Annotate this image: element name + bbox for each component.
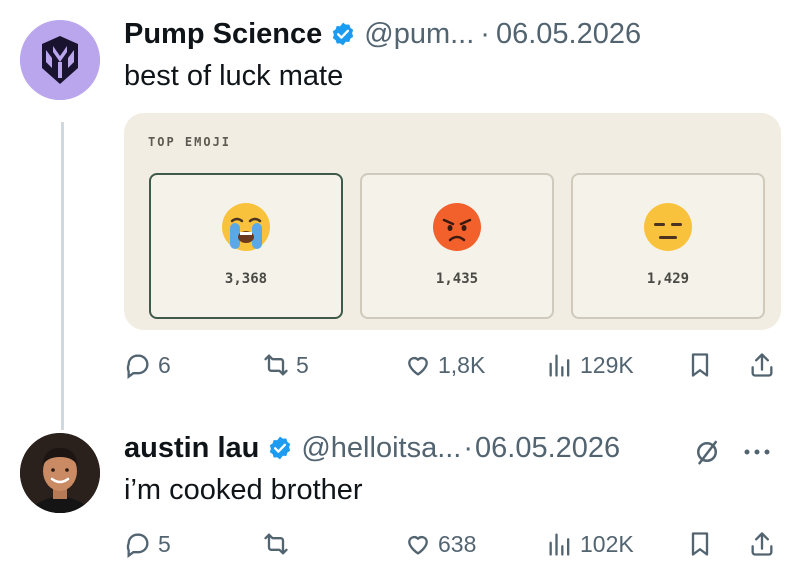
like-count: 638 [438,530,477,557]
bookmark-button[interactable] [686,351,714,379]
bookmark-icon [691,532,709,556]
like-count: 1,8K [438,351,486,378]
views-bar-chart-icon [549,533,570,556]
views-button[interactable]: 102K [546,530,634,558]
share-button[interactable] [748,351,776,379]
author-name[interactable]: Pump Science [124,17,322,51]
repost-icon [264,354,288,376]
share-button[interactable] [748,530,776,558]
repost-icon [264,533,288,555]
reply-icon [126,354,149,379]
emoji-tile-crying[interactable]: 3,368 [149,173,343,319]
reply-button[interactable]: 6 [124,351,171,379]
tweet-date[interactable]: 06.05.2026 [496,17,641,51]
author-name[interactable]: austin lau [124,431,259,465]
card-title: TOP EMOJI [148,135,232,149]
avatar-austin-lau[interactable] [20,433,100,513]
reply-count: 5 [158,530,171,557]
thread-connector-line [61,122,64,430]
verified-badge-icon [333,22,354,46]
tweet-date[interactable]: 06.05.2026 [475,431,620,465]
repost-button[interactable]: 5 [262,351,309,379]
bookmark-button[interactable] [686,530,714,558]
grok-button[interactable] [692,437,722,472]
like-button[interactable]: 1,8K [404,351,485,379]
views-button[interactable]: 129K [546,351,634,379]
reply-button[interactable]: 5 [124,530,171,558]
views-bar-chart-icon [549,354,570,377]
views-count: 129K [580,351,634,378]
repost-button[interactable] [262,530,296,558]
pump-science-logo-icon [20,20,100,100]
grok-slash-circle-icon [697,440,717,465]
avatar-pump-science[interactable] [20,20,100,100]
heart-icon [408,356,428,376]
more-options-button[interactable] [742,445,772,464]
loudly-crying-face-icon [222,203,270,251]
tweet-text: i’m cooked brother [124,474,363,506]
emoji-count: 1,429 [646,271,690,287]
reply-icon [126,533,149,558]
emoji-count: 3,368 [224,271,268,287]
separator-dot: · [480,18,490,50]
views-count: 102K [580,530,634,557]
angry-face-icon [433,203,481,251]
emoji-tile-expressionless[interactable]: 1,429 [571,173,765,319]
like-button[interactable]: 638 [404,530,476,558]
tweet-header: Pump Science @pum... · 06.05.2026 [124,17,641,51]
share-icon [751,353,773,377]
bookmark-icon [691,353,709,377]
expressionless-face-icon [644,203,692,251]
emoji-tile-angry[interactable]: 1,435 [360,173,554,319]
heart-icon [408,535,428,555]
emoji-count: 1,435 [435,271,479,287]
more-dots-icon [744,449,770,455]
tweet-text: best of luck mate [124,60,344,92]
verified-badge-icon [270,436,291,460]
separator-dot: · [463,432,474,464]
repost-count: 5 [296,351,309,378]
reply-count: 6 [158,351,171,378]
author-handle[interactable]: @pum... [364,17,474,51]
share-icon [751,532,773,556]
person-photo-icon [20,433,100,513]
tweet-header: austin lau @helloitsa... · 06.05.2026 [124,431,620,465]
author-handle[interactable]: @helloitsa... [301,431,461,465]
